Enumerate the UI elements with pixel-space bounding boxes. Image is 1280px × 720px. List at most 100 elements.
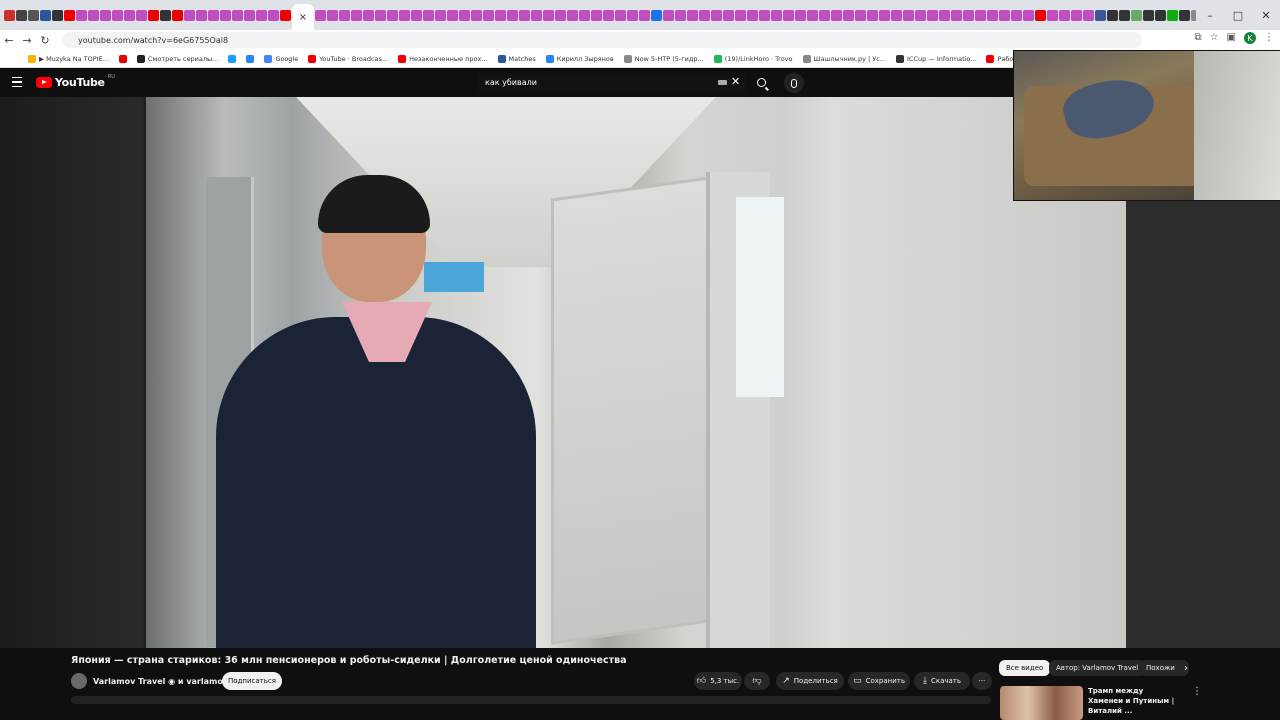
tab-favicon-icon[interactable]: [423, 9, 434, 21]
channel-avatar[interactable]: [71, 673, 87, 689]
tab-favicon-icon[interactable]: [1167, 9, 1178, 21]
tab-favicon-icon[interactable]: [411, 9, 422, 21]
tab-favicon-icon[interactable]: [567, 9, 578, 21]
download-button[interactable]: ⤓ Скачать: [914, 672, 970, 690]
tab-favicon-icon[interactable]: [879, 9, 890, 21]
tab-favicon-icon[interactable]: [951, 9, 962, 21]
tab-favicon-icon[interactable]: [351, 9, 362, 21]
tab-favicon-icon[interactable]: [1095, 9, 1106, 21]
tab-favicon-icon[interactable]: [4, 9, 15, 21]
tab-favicon-icon[interactable]: [88, 9, 99, 21]
tab-favicon-icon[interactable]: [375, 9, 386, 21]
save-button[interactable]: ▭ Сохранить: [848, 672, 910, 690]
tab-favicon-icon[interactable]: [447, 9, 458, 21]
bookmark-item[interactable]: Кирилл Зырянов: [545, 54, 614, 63]
tab-favicon-icon[interactable]: [855, 9, 866, 21]
maximize-button[interactable]: □: [1224, 9, 1252, 22]
bookmark-item[interactable]: Шашлычник.ру | Ус...: [802, 54, 886, 63]
tab-favicon-icon[interactable]: [975, 9, 986, 21]
tab-favicon-icon[interactable]: [903, 9, 914, 21]
chevron-right-icon[interactable]: ›: [1184, 663, 1188, 674]
tab-favicon-icon[interactable]: [52, 9, 63, 21]
tab-favicon-icon[interactable]: [843, 9, 854, 21]
tab-favicon-icon[interactable]: [675, 9, 686, 21]
tab-favicon-icon[interactable]: [819, 9, 830, 21]
tab-favicon-icon[interactable]: [639, 9, 650, 21]
tab-favicon-icon[interactable]: [64, 9, 75, 21]
tab-favicon-icon[interactable]: [519, 9, 530, 21]
bookmark-item[interactable]: [246, 54, 255, 63]
bookmark-item[interactable]: YouTube · Broadcas...: [308, 54, 388, 63]
tab-favicon-icon[interactable]: [327, 9, 338, 21]
tab-favicon-icon[interactable]: [220, 9, 231, 21]
tab-favicon-icon[interactable]: [891, 9, 902, 21]
tab-favicon-icon[interactable]: [268, 9, 279, 21]
tab-favicon-icon[interactable]: [531, 9, 542, 21]
tab-favicon-icon[interactable]: [723, 9, 734, 21]
browser-menu-icon[interactable]: ⋮: [1264, 32, 1274, 44]
youtube-logo[interactable]: YouTube RU: [36, 74, 115, 89]
tab-favicon-icon[interactable]: [627, 9, 638, 21]
tab-favicon-icon[interactable]: [112, 9, 123, 21]
tab-favicon-icon[interactable]: [136, 9, 147, 21]
tab-favicon-icon[interactable]: [76, 9, 87, 21]
forward-arrow-icon[interactable]: →: [18, 34, 36, 47]
bookmark-item[interactable]: Now 5-HTP (5-гидр...: [623, 54, 704, 63]
tab-favicon-icon[interactable]: [148, 9, 159, 21]
bookmark-item[interactable]: [228, 54, 237, 63]
bookmark-star-icon[interactable]: ☆: [1210, 32, 1219, 44]
chip-related[interactable]: Похожи: [1139, 660, 1189, 676]
tab-favicon-icon[interactable]: [184, 9, 195, 21]
tab-favicon-icon[interactable]: [315, 9, 326, 21]
bookmark-item[interactable]: Смотреть сериалы...: [136, 54, 218, 63]
tab-favicon-icon[interactable]: [555, 9, 566, 21]
tab-favicon-icon[interactable]: [927, 9, 938, 21]
hamburger-menu-icon[interactable]: [12, 77, 22, 87]
recommendation-title[interactable]: Трамп между Хаменеи и Путиным | Виталий …: [1088, 686, 1178, 716]
tab-favicon-icon[interactable]: [100, 9, 111, 21]
tab-favicon-icon[interactable]: [747, 9, 758, 21]
subscribe-button[interactable]: Подписаться: [222, 672, 282, 690]
tab-favicon-icon[interactable]: [196, 9, 207, 21]
dislike-button[interactable]: 👎︎: [744, 672, 770, 690]
bookmark-item[interactable]: Незаконченные прох...: [398, 54, 488, 63]
tab-favicon-icon[interactable]: [280, 9, 291, 21]
tab-favicon-icon[interactable]: [999, 9, 1010, 21]
tab-favicon-icon[interactable]: [1071, 9, 1082, 21]
bookmark-item[interactable]: [118, 54, 127, 63]
tab-favicon-icon[interactable]: [471, 9, 482, 21]
tab-favicon-icon[interactable]: [807, 9, 818, 21]
tab-favicon-icon[interactable]: [363, 9, 374, 21]
tab-favicon-icon[interactable]: [1035, 9, 1046, 21]
tab-favicon-icon[interactable]: [1011, 9, 1022, 21]
tab-favicon-icon[interactable]: [867, 9, 878, 21]
tab-favicon-icon[interactable]: [831, 9, 842, 21]
tab-favicon-icon[interactable]: [28, 9, 39, 21]
tab-favicon-icon[interactable]: [208, 9, 219, 21]
chip-all-videos[interactable]: Все видео: [999, 660, 1051, 676]
tab-favicon-icon[interactable]: [459, 9, 470, 21]
like-button[interactable]: 👍︎ 5,3 тыс.: [694, 672, 742, 690]
extensions-icon[interactable]: ▣: [1227, 32, 1236, 44]
tab-favicon-icon[interactable]: [1179, 9, 1190, 21]
tab-favicon-icon[interactable]: [435, 9, 446, 21]
tab-favicon-icon[interactable]: [771, 9, 782, 21]
bookmark-item[interactable]: Matches: [497, 54, 536, 63]
tab-favicon-icon[interactable]: [603, 9, 614, 21]
tab-favicon-icon[interactable]: [543, 9, 554, 21]
bookmark-item[interactable]: ▶ Muzyka Na TOPIE...: [28, 54, 109, 63]
tab-favicon-icon[interactable]: [795, 9, 806, 21]
tab-favicon-icon[interactable]: [735, 9, 746, 21]
recommendation-thumbnail[interactable]: [1000, 686, 1083, 720]
tab-favicon-icon[interactable]: [507, 9, 518, 21]
tab-favicon-icon[interactable]: [699, 9, 710, 21]
share-button[interactable]: ↗ Поделиться: [776, 672, 844, 690]
keyboard-icon[interactable]: [718, 80, 727, 85]
tab-favicon-icon[interactable]: [591, 9, 602, 21]
reload-icon[interactable]: ↻: [36, 34, 54, 47]
tab-favicon-icon[interactable]: [1047, 9, 1058, 21]
tab-favicon-icon[interactable]: [387, 9, 398, 21]
tab-favicon-icon[interactable]: [399, 9, 410, 21]
channel-name[interactable]: Varlamov Travel ◉ и varlamov ◉: [93, 677, 238, 686]
tab-favicon-icon[interactable]: [939, 9, 950, 21]
